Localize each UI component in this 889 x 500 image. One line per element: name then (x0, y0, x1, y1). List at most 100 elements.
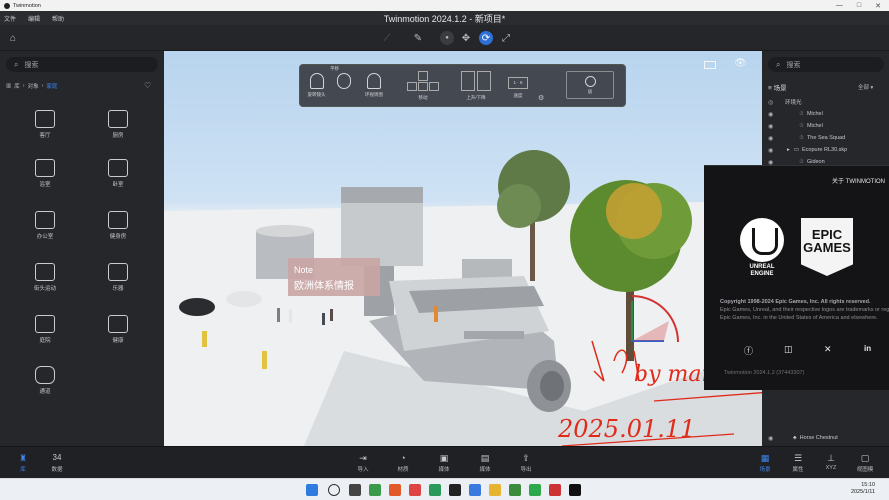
center-view-icon (584, 76, 596, 87)
category-office[interactable]: 办公室 (20, 211, 70, 240)
move-icon[interactable]: ✥ (459, 31, 473, 45)
up-down-button[interactable]: 上升/下降 (458, 71, 494, 101)
search-icon: ⌕ (776, 59, 781, 69)
data-count: 34 (52, 453, 62, 462)
dock-xyz-button[interactable]: ⊥ XYZ (814, 453, 848, 471)
home-icon[interactable]: ⌂ (6, 31, 20, 45)
scene-search[interactable]: ⌕ 搜索 (768, 57, 884, 72)
eye-icon[interactable]: ◉ (768, 147, 777, 154)
minimize-button[interactable]: — (836, 2, 843, 10)
scene-item[interactable]: ◉ ☃ Michel (768, 109, 886, 119)
dock-film-button[interactable]: ▤ 媒体 (468, 453, 502, 473)
menu-edit[interactable]: 编辑 (28, 14, 40, 23)
menu-help[interactable]: 帮助 (52, 14, 64, 23)
eye-icon[interactable]: ◉ (768, 435, 777, 442)
eye-icon[interactable]: ◉ (768, 123, 777, 130)
x-icon[interactable]: ✕ (824, 344, 832, 355)
app-icon-wechat[interactable] (529, 484, 541, 496)
brush-icon[interactable]: ✎ (411, 31, 425, 45)
scene-item[interactable]: ◎ 环境光 (768, 97, 886, 107)
dock-library-button[interactable]: ♜ 库 (6, 453, 40, 473)
guitar-icon (108, 263, 128, 281)
favorite-icon[interactable]: ♡ (144, 81, 151, 90)
material-icon: ◔ (400, 453, 406, 463)
category-living-room[interactable]: 客厅 (20, 110, 70, 139)
app-icon-red[interactable] (409, 484, 421, 496)
eye-icon[interactable]: ◉ (768, 111, 777, 118)
scene-item[interactable]: ◉ ▸ ▭ Ecopure RL30.skp (768, 145, 886, 155)
scene-filter[interactable]: 全部 ▾ (858, 83, 873, 91)
safe-frame-icon[interactable] (704, 61, 716, 69)
dock-scene-button[interactable]: ▦ 场景 (748, 453, 782, 473)
look-around-button[interactable]: 环视周围 (358, 73, 390, 98)
app-icon-blue[interactable] (469, 484, 481, 496)
app-icon-orange[interactable] (389, 484, 401, 496)
windows-start-icon[interactable] (306, 484, 318, 496)
media-icon: ▣ (439, 453, 449, 463)
twinmotion-taskbar-icon[interactable] (449, 484, 461, 496)
pan-label: 平移 (330, 66, 339, 71)
system-clock[interactable]: 15:10 2025/1/11 (851, 482, 875, 496)
dock-material-button[interactable]: ◔ 材质 (386, 453, 420, 473)
dock-export-button[interactable]: ⇪ 导出 (509, 453, 543, 473)
library-search[interactable]: ⌕ 搜索 (6, 57, 158, 72)
category-bathroom[interactable]: 浴室 (20, 159, 70, 188)
app-icon-red-2[interactable] (549, 484, 561, 496)
dock-view-mode-button[interactable]: ▢ 视图模 (848, 453, 882, 473)
close-button[interactable]: ✕ (875, 2, 881, 10)
category-passage[interactable]: 通道 (20, 366, 70, 395)
draw-icon[interactable]: ⟋ (380, 31, 394, 45)
dock-import-button[interactable]: ⇥ 导入 (346, 453, 380, 473)
visibility-eye-icon[interactable]: 👁 (734, 58, 747, 69)
category-garden[interactable]: 庭院 (20, 315, 70, 344)
eye-icon[interactable]: ◉ (768, 135, 777, 142)
chevron-right-icon[interactable]: ▸ (787, 147, 790, 153)
3d-viewport[interactable]: Note 欧洲体系情报 by mango 2025.01.11 平移 旋转镜头 … (164, 51, 762, 446)
maximize-button[interactable]: □ (857, 2, 861, 10)
rotate-icon[interactable]: ⟳ (479, 31, 493, 45)
dock-properties-button[interactable]: ☰ 属性 (781, 453, 815, 473)
scene-list-icon: ≡ (768, 85, 772, 92)
scale-icon[interactable]: ⤢ (499, 31, 513, 45)
category-health[interactable]: 健康 (93, 315, 143, 344)
breadcrumb-objects[interactable]: 对象 (28, 82, 39, 90)
linkedin-icon[interactable]: in (864, 344, 871, 353)
camera-mode-icon[interactable]: ● (440, 31, 454, 45)
person-icon: ☃ (799, 135, 804, 141)
category-bedroom[interactable]: 卧室 (93, 159, 143, 188)
instagram-icon[interactable]: ◫ (784, 344, 793, 355)
move-keys-button[interactable]: 移动 (404, 71, 442, 101)
file-explorer-icon[interactable] (489, 484, 501, 496)
orbit-icon (309, 73, 324, 89)
scene-item[interactable]: ◉ ☃ The Sea Squad (768, 133, 886, 143)
unreal-engine-caption: UNREAL ENGINE (749, 264, 775, 277)
menu-file[interactable]: 文件 (4, 14, 16, 23)
tiktok-icon[interactable] (569, 484, 581, 496)
scene-item[interactable]: ◉ ☃ Michel (768, 121, 886, 131)
app-icon-green[interactable] (369, 484, 381, 496)
navigation-panel: 平移 旋转镜头 环视周围 移动 上升/下降 1 · 6 速度 ⚙ 居 (299, 64, 626, 107)
settings-gear-icon[interactable]: ⚙ (538, 94, 544, 102)
category-instruments[interactable]: 乐器 (93, 263, 143, 292)
category-kitchen[interactable]: 厨房 (93, 110, 143, 139)
category-street-sport[interactable]: 街头运动 (20, 263, 70, 292)
task-view-icon[interactable] (349, 484, 361, 496)
search-icon[interactable] (328, 484, 340, 496)
library-search-placeholder: 搜索 (24, 61, 39, 69)
scene-item[interactable]: ◉ ♣ Horse Chestnut (768, 433, 886, 443)
keyboard-keys-icon (407, 71, 439, 91)
app-icon-green-2[interactable] (509, 484, 521, 496)
orbit-camera-button[interactable]: 旋转镜头 (304, 73, 329, 98)
category-gym[interactable]: 健身房 (93, 211, 143, 240)
app-icon-teal[interactable] (429, 484, 441, 496)
export-icon: ⇪ (522, 453, 530, 463)
breadcrumb-library[interactable]: 库 (14, 82, 20, 90)
handwriting-line2: 2025.01.11 (557, 415, 695, 443)
dock-data-button[interactable]: 34 数据 (40, 453, 74, 473)
breadcrumb-home[interactable]: 家庭 (46, 82, 57, 90)
facebook-icon[interactable]: ⓕ (744, 344, 753, 357)
speed-button[interactable]: 1 · 6 速度 (506, 77, 530, 99)
center-view-button[interactable]: 居 (566, 71, 614, 99)
dock-media-button[interactable]: ▣ 媒体 (427, 453, 461, 473)
properties-icon: ☰ (793, 453, 803, 463)
